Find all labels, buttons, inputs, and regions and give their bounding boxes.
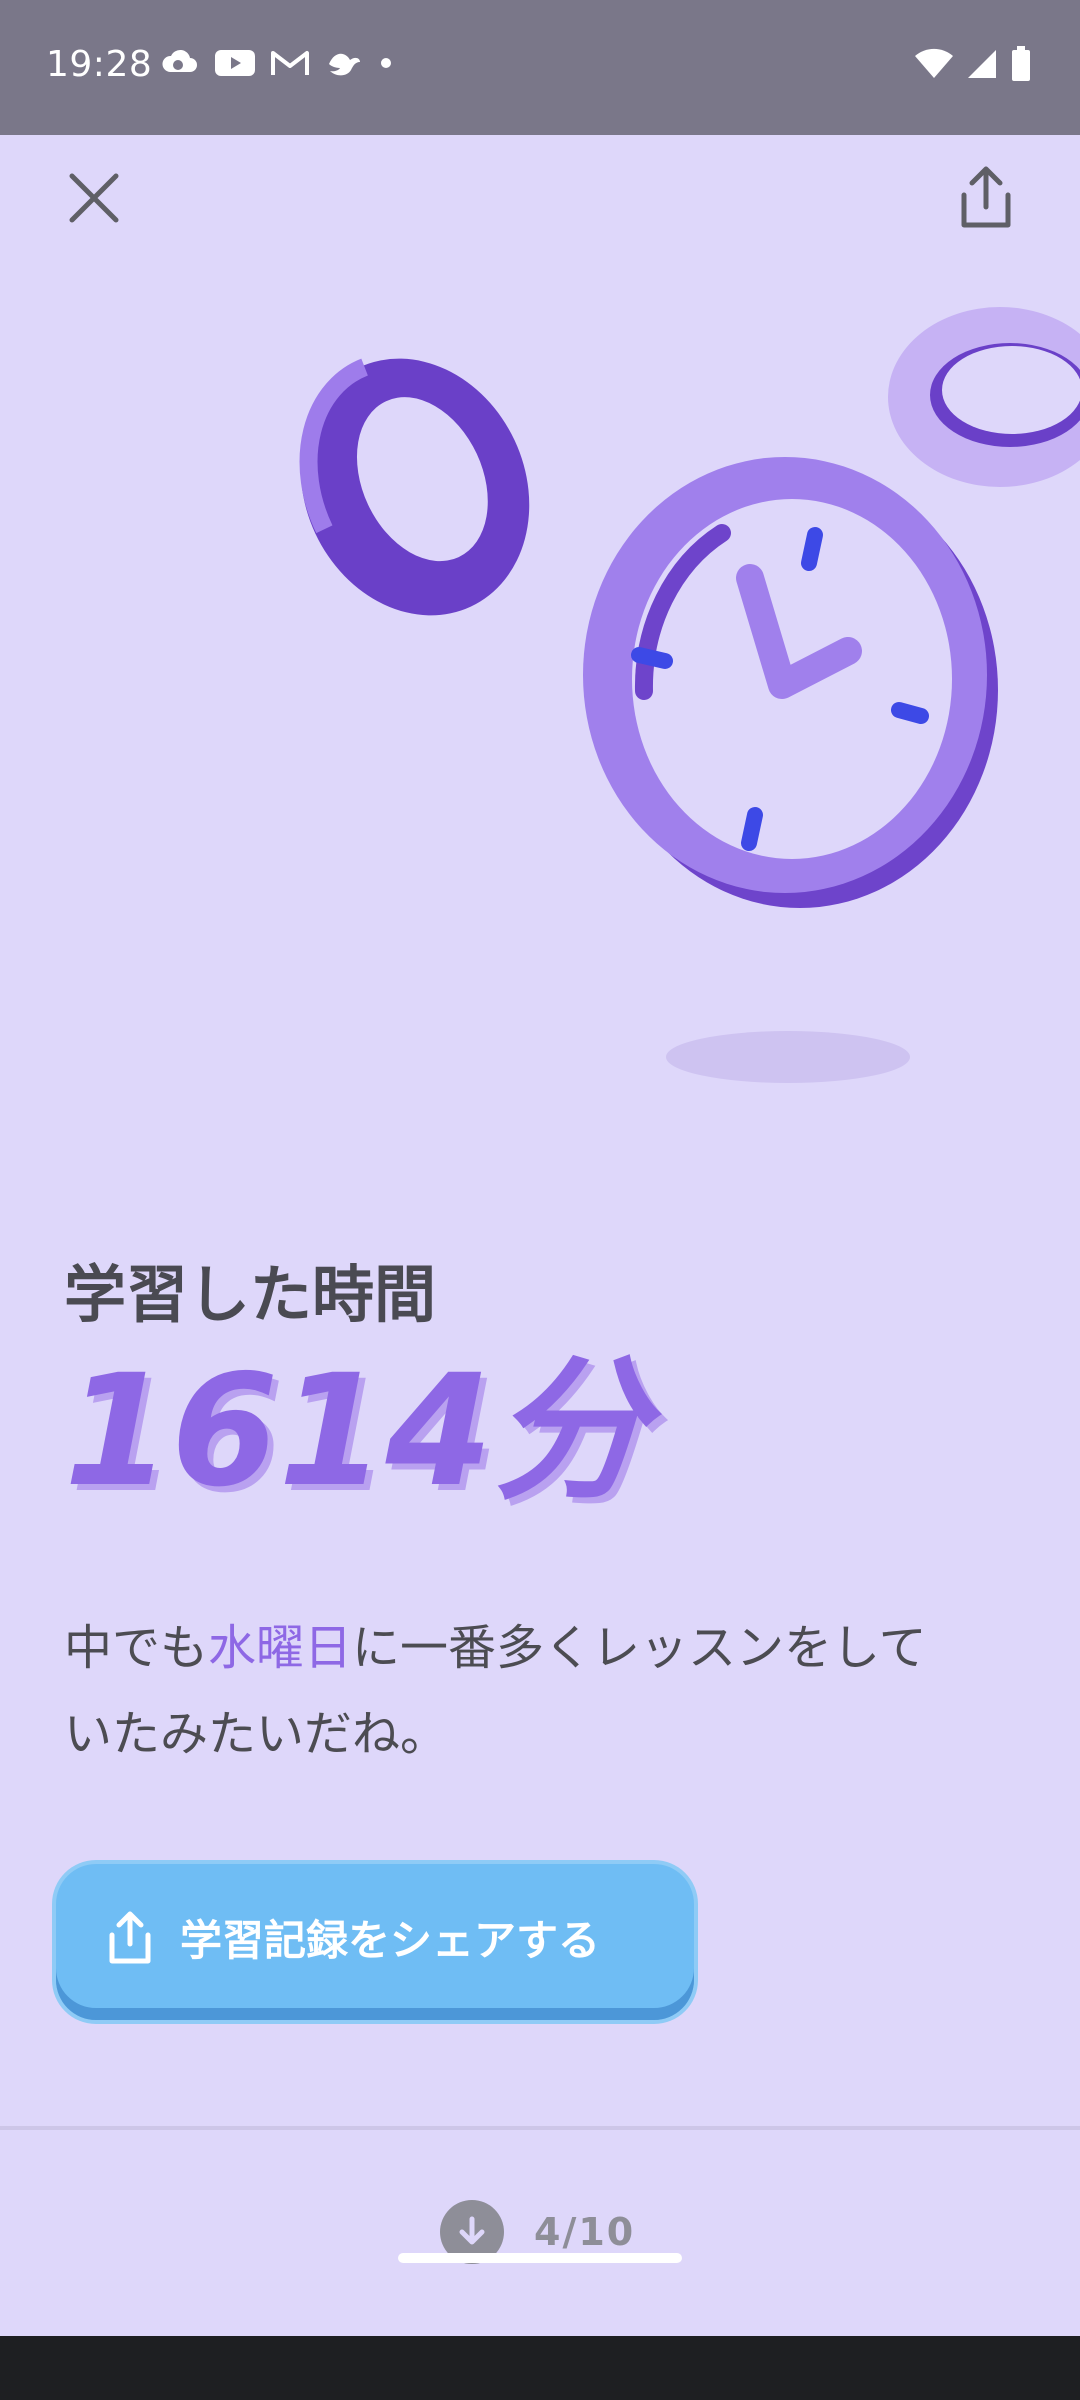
bird-icon [329, 53, 360, 76]
status-bar: 19:28 [0, 0, 1080, 135]
summary-text-before: 中でも [64, 1620, 209, 1676]
gmail-icon [271, 51, 309, 75]
signal-icon [968, 50, 996, 78]
battery-icon [1012, 46, 1030, 81]
status-time: 19:28 [46, 44, 153, 85]
home-indicator[interactable] [398, 2253, 682, 2263]
nav-bar [0, 2336, 1080, 2400]
dot-icon [381, 58, 391, 68]
study-minutes: 1614分 [64, 1342, 647, 1521]
clock [583, 457, 998, 908]
status-icons-left [160, 48, 394, 78]
divider [0, 2126, 1080, 2130]
clock-shadow [666, 1031, 910, 1083]
share-record-label: 学習記録をシェアする [180, 1917, 601, 1964]
highlighted-day: 水曜日 [208, 1620, 353, 1676]
summary-text: 中でも水曜日に一番多くレッスンをしていたみたいだね。 [64, 1605, 964, 1777]
page-indicator: 4/10 [534, 2210, 636, 2254]
share-record-button[interactable]: 学習記録をシェアする [56, 1864, 694, 2020]
clock-illustration [299, 307, 1080, 1083]
cloud-icon [162, 49, 197, 72]
page-title: 学習した時間 [64, 1258, 437, 1331]
ring-right [888, 307, 1080, 487]
arrow-down-icon [459, 2216, 485, 2245]
wifi-icon [915, 48, 953, 78]
youtube-icon [215, 50, 255, 76]
share-icon [109, 1911, 151, 1963]
ring-left [299, 358, 530, 616]
status-icons-right [914, 46, 1032, 82]
